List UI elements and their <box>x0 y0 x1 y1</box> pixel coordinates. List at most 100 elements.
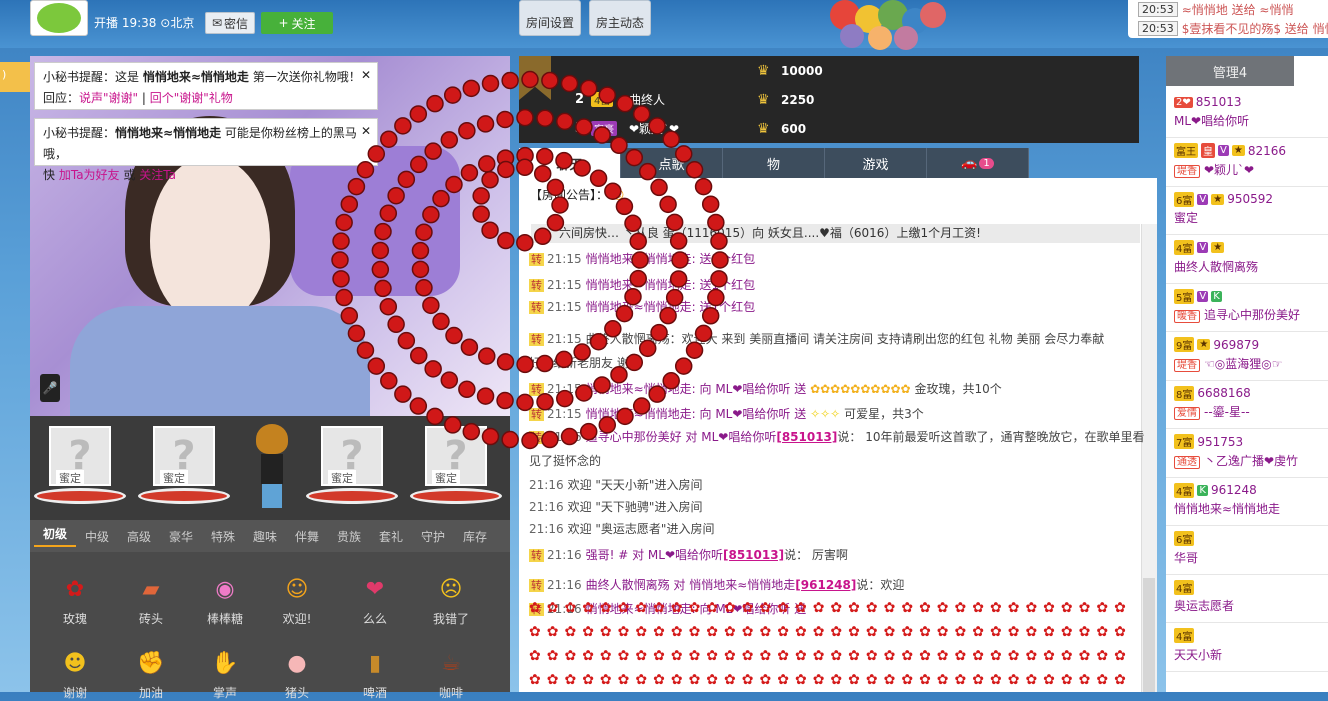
follow-link[interactable]: 关注Ta <box>139 168 176 182</box>
user-tags: 9富 ★ 969879 <box>1174 337 1320 353</box>
gift-tab[interactable]: 趣味 <box>244 528 286 545</box>
user-list-item[interactable]: 6富 华哥 <box>1166 527 1328 575</box>
close-icon[interactable]: ✕ <box>361 65 371 86</box>
thanks-gift-link[interactable]: 回个"谢谢"礼物 <box>150 91 233 105</box>
user-list-item[interactable]: 4富 天天小新 <box>1166 624 1328 672</box>
forward-badge[interactable]: 转 <box>529 279 544 292</box>
tab-song[interactable]: 点歌 <box>621 148 723 178</box>
chat-time: 21:16 <box>529 500 564 514</box>
gift-tab[interactable]: 守护 <box>412 528 454 545</box>
chat-time: 21:15 <box>547 278 582 292</box>
gift-item[interactable]: ☺ 欢迎! <box>262 574 332 627</box>
level-badge: V <box>1197 290 1209 302</box>
forward-badge[interactable]: 转 <box>529 579 544 592</box>
add-friend-link[interactable]: 加Ta为好友 <box>59 168 120 182</box>
gift-tab[interactable]: 库存 <box>454 528 496 545</box>
gift-tab[interactable]: 中级 <box>76 528 118 545</box>
rank-row[interactable]: ♛ 10000 <box>519 56 1139 85</box>
forward-badge[interactable]: 转 <box>529 333 544 346</box>
user-tags: 2❤ 851013 <box>1174 94 1320 110</box>
host-avatar[interactable] <box>30 0 88 36</box>
user-list-item[interactable]: 4富 K 961248 悄悄地来≈悄悄地走 <box>1166 478 1328 526</box>
user-list-item[interactable]: 8富 6688168 爱情 --鎏-星-- <box>1166 381 1328 429</box>
gift-item[interactable]: ✊ 加油 <box>116 648 186 701</box>
rank-row[interactable]: 3 富豪 ❤颖儿`❤ ♛ 600 <box>519 114 1139 143</box>
gift-tab[interactable]: 套礼 <box>370 528 412 545</box>
gift-tab[interactable]: 高级 <box>118 528 160 545</box>
user-badge: 堤香 <box>1174 358 1200 372</box>
chat-text: 悄悄地来≈悄悄地走: 送1个红包 <box>585 278 756 292</box>
gift-tab[interactable]: 贵族 <box>328 528 370 545</box>
side-tab-stub[interactable]: ) <box>0 62 30 92</box>
user-id-link[interactable]: [961248] <box>795 578 856 592</box>
tab-gift[interactable]: 物 <box>723 148 825 178</box>
seat[interactable]: ? 蜜定 <box>306 426 398 516</box>
user-id: 6688168 <box>1197 386 1251 400</box>
rank-row[interactable]: 2 4富 曲终人 ♛ 2250 <box>519 85 1139 114</box>
seat[interactable]: ? 蜜定 <box>410 426 502 516</box>
gift-tab[interactable]: 豪华 <box>160 528 202 545</box>
tab-games[interactable]: 游戏 <box>825 148 927 178</box>
gift-tab[interactable]: 伴舞 <box>286 528 328 545</box>
private-message-button[interactable]: ✉ 密信 <box>205 12 255 34</box>
user-badge: 堤香 <box>1174 164 1200 178</box>
user-name: ☜◎蓝海狸◎☞ <box>1204 356 1283 371</box>
gift-tab[interactable]: 特殊 <box>202 528 244 545</box>
user-list-item[interactable]: 5富 V K 暖香 追寻心中那份美好 <box>1166 284 1328 332</box>
close-icon[interactable]: ✕ <box>361 121 371 142</box>
chat-time: 21:16 <box>529 522 564 536</box>
seat[interactable]: ? 蜜定 <box>34 426 126 516</box>
gift-item[interactable]: ● 猪头 <box>262 648 332 701</box>
forward-badge[interactable]: 转 <box>529 301 544 314</box>
gift-item[interactable]: ✋ 掌声 <box>190 648 260 701</box>
user-list-item[interactable]: 6富 V ★ 950592 蜜定 <box>1166 187 1328 235</box>
chat-text: 曲终人散惘离殇：欢迎大 来到 美丽直播间 请关注房间 支持请刷出您的红包 礼物 … <box>585 332 1105 346</box>
brick-icon: ▰ <box>142 576 160 602</box>
location-label: 北京 <box>170 16 195 30</box>
seat-base <box>138 488 230 504</box>
forward-badge[interactable]: 转 <box>529 431 544 444</box>
user-list-item[interactable]: 富王皇 V ★ 82166 堤香 ❤颖儿`❤ <box>1166 139 1328 187</box>
avatar-character[interactable] <box>256 424 288 510</box>
tab-admins[interactable]: 管理4 <box>1166 56 1294 86</box>
chat-row: 好歌给新老朋友 谢谢 <box>529 354 641 371</box>
user-list-item[interactable]: 2❤ 851013 ML❤唱给你听 <box>1166 90 1328 138</box>
gift-item[interactable]: ◉ 棒棒糖 <box>190 574 260 627</box>
microphone-icon[interactable]: 🎤 <box>40 374 60 402</box>
user-list-item[interactable]: 4富 奥运志愿者 <box>1166 575 1328 623</box>
user-id-link[interactable]: [851013] <box>723 548 784 562</box>
user-id-link[interactable]: [851013] <box>776 430 837 444</box>
tab-label: 聊天 <box>556 157 583 173</box>
tip-text: 小秘书提醒： <box>43 126 116 140</box>
forward-badge[interactable]: 转 <box>529 253 544 266</box>
gift-item[interactable]: ▮ 啤酒 <box>340 648 410 701</box>
gold-rose-icons: ✿✿✿✿✿✿✿✿✿✿ <box>810 382 911 396</box>
forward-badge[interactable]: 转 <box>529 408 544 421</box>
tab-car[interactable]: 🚗 1 <box>927 148 1029 178</box>
gift-item[interactable]: ▰ 砖头 <box>116 574 186 627</box>
chat-text: 欢迎 "天天小新"进入房间 <box>567 478 703 492</box>
user-list-item[interactable]: 7富 951753 通透 丶乙逸广播❤虔竹 <box>1166 430 1328 478</box>
video-stream[interactable]: 🎤 <box>30 56 510 416</box>
gift-item[interactable]: ☹ 我错了 <box>416 574 486 627</box>
say-thanks-link[interactable]: 说声"谢谢" <box>79 91 138 105</box>
forward-badge[interactable]: 转 <box>529 549 544 562</box>
tab-chat[interactable]: 聊天 <box>519 148 621 178</box>
gift-item[interactable]: ☕ 咖啡 <box>416 648 486 701</box>
gift-tab[interactable]: 初级 <box>34 525 76 547</box>
gift-item[interactable]: ☻ 谢谢 <box>40 648 110 701</box>
level-badge: 6富 <box>1174 531 1195 546</box>
user-list-item[interactable]: 4富 V ★ 曲终人散惘离殇 <box>1166 236 1328 284</box>
gift-item[interactable]: ✿ 玫瑰 <box>40 574 110 627</box>
user-list-item[interactable]: 9富 ★ 969879 堤香 ☜◎蓝海狸◎☞ <box>1166 333 1328 381</box>
host-activity-button[interactable]: 房主动态 <box>589 0 651 36</box>
room-settings-button[interactable]: 房间设置 <box>519 0 581 36</box>
rose-gift-icons: ✿✿✿✿✿✿✿✿✿✿✿✿✿✿✿✿✿✿✿✿✿✿✿✿✿✿✿✿✿✿✿✿✿✿✿✿✿✿✿✿… <box>529 600 1132 688</box>
seat[interactable]: ? 蜜定 <box>138 426 230 516</box>
beer-icon: ▮ <box>368 650 382 676</box>
follow-button[interactable]: + 关注 <box>261 12 333 34</box>
scrollbar-thumb[interactable] <box>1143 578 1155 692</box>
chat-time: 21:15 <box>547 252 582 266</box>
gift-item[interactable]: ❤ 么么 <box>340 574 410 627</box>
forward-badge[interactable]: 转 <box>529 383 544 396</box>
